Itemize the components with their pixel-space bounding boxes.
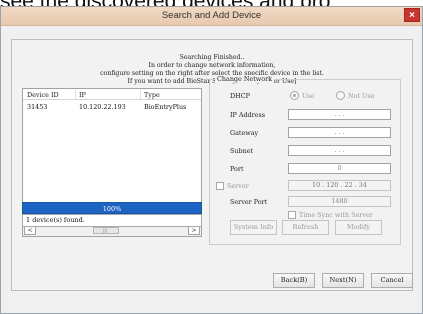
column-header-type[interactable]: Type — [144, 91, 160, 99]
system-info-button[interactable]: System Info — [230, 220, 277, 235]
type-cell: BioEntryPlus — [144, 103, 187, 111]
status-line: configure setting on the right after sel… — [100, 70, 324, 77]
progress-label: 100% — [102, 205, 122, 213]
close-icon[interactable]: × — [404, 8, 420, 22]
ip-address-label: IP Address — [230, 111, 266, 119]
scroll-right-icon[interactable]: > — [188, 226, 200, 235]
table-row[interactable]: 31453 10.120.22.193 BioEntryPlus — [23, 103, 201, 113]
column-header-device-id[interactable]: Device ID — [27, 91, 59, 99]
scrollbar-thumb[interactable]: ||| — [93, 227, 119, 234]
ip-address-field[interactable]: . . . — [288, 109, 391, 120]
dhcp-use-label: Use — [302, 92, 315, 100]
status-line: Searching Finished.. — [179, 54, 245, 61]
search-add-device-dialog: Search and Add Device × Searching Finish… — [0, 6, 423, 314]
scroll-left-icon[interactable]: < — [24, 226, 36, 235]
time-sync-checkbox[interactable] — [288, 211, 296, 219]
port-label: Port — [230, 165, 244, 173]
devices-found-text: 1 device(s) found. — [22, 214, 202, 227]
subnet-field[interactable]: . . . — [288, 145, 391, 156]
cancel-button[interactable]: Cancel — [371, 273, 413, 288]
time-sync-label: Time Sync with Server — [299, 211, 373, 219]
dhcp-label: DHCP — [230, 92, 250, 100]
refresh-button[interactable]: Refresh — [282, 220, 329, 235]
ip-cell: 10.120.22.193 — [79, 103, 126, 111]
dialog-title: Search and Add Device — [161, 10, 262, 21]
server-port-field[interactable]: 1480 — [288, 196, 391, 207]
modify-button[interactable]: Modify — [335, 220, 382, 235]
status-line: In order to change network information, — [148, 62, 276, 69]
server-port-label: Server Port — [230, 198, 268, 206]
change-network-group: Change Network DHCP Use Not Use IP Addre… — [209, 75, 401, 245]
back-button[interactable]: Back(B) — [273, 273, 315, 288]
title-bar: Search and Add Device × — [1, 7, 422, 26]
column-divider — [75, 90, 76, 99]
server-ip-field[interactable]: 10 . 120 . 22 . 34 — [288, 180, 391, 191]
device-list-header: Device ID IP Type — [23, 89, 201, 100]
dhcp-not-use-label: Not Use — [348, 92, 375, 100]
dhcp-use-radio[interactable] — [290, 91, 299, 100]
group-label: Change Network — [215, 75, 275, 83]
grip-icon: ||| — [103, 228, 108, 233]
server-use-label: Server — [227, 182, 249, 190]
subnet-label: Subnet — [230, 147, 254, 155]
next-button[interactable]: Next(N) — [322, 273, 364, 288]
gateway-field[interactable]: . . . — [288, 127, 391, 138]
column-divider — [140, 90, 141, 99]
server-use-checkbox[interactable] — [216, 182, 224, 190]
device-id-cell: 31453 — [27, 103, 48, 111]
port-field[interactable]: 0 — [288, 163, 391, 174]
dhcp-not-use-radio[interactable] — [336, 91, 345, 100]
search-progress-bar: 100% — [22, 202, 202, 214]
gateway-label: Gateway — [230, 129, 259, 137]
column-header-ip[interactable]: IP — [79, 91, 86, 99]
